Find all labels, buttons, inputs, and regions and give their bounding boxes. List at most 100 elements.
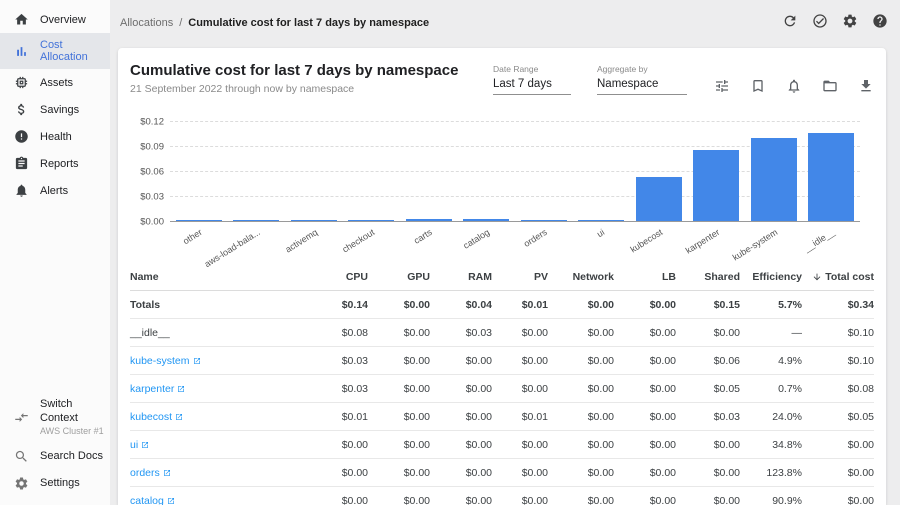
- bar-karpenter[interactable]: [693, 150, 739, 221]
- sidebar-item-health[interactable]: Health: [0, 123, 110, 150]
- help-button[interactable]: [871, 15, 888, 32]
- external-link-icon: [175, 413, 183, 421]
- gear-button[interactable]: [841, 15, 858, 32]
- date-range-select[interactable]: Date Range Last 7 days: [493, 64, 571, 95]
- column-header-lb[interactable]: LB: [614, 271, 676, 283]
- x-axis-label: ui: [595, 227, 606, 239]
- value-cell: $0.00: [802, 467, 874, 479]
- value-cell: 4.9%: [740, 355, 802, 367]
- table-totals-row: Totals$0.14$0.00$0.04$0.01$0.00$0.00$0.1…: [130, 291, 874, 319]
- bell-outline-icon: [786, 78, 802, 99]
- column-header-network[interactable]: Network: [548, 271, 614, 283]
- namespace-link[interactable]: orders: [130, 467, 171, 479]
- namespace-link[interactable]: karpenter: [130, 383, 185, 395]
- value-cell: —: [740, 327, 802, 339]
- sidebar-item-settings[interactable]: Settings: [0, 470, 110, 497]
- date-range-value[interactable]: Last 7 days: [493, 78, 571, 95]
- dollar-icon: [14, 102, 29, 117]
- table-row: kubecost$0.01$0.00$0.00$0.01$0.00$0.00$0…: [130, 403, 874, 431]
- bookmark-button[interactable]: [749, 80, 766, 97]
- value-cell: $0.10: [802, 327, 874, 339]
- sidebar-item-reports[interactable]: Reports: [0, 150, 110, 177]
- namespace-link[interactable]: ui: [130, 439, 149, 451]
- column-header-name[interactable]: Name: [130, 271, 310, 283]
- folder-icon: [822, 78, 838, 99]
- value-cell: $0.00: [548, 299, 614, 311]
- x-axis-label: activemq: [283, 227, 319, 255]
- namespace-link[interactable]: kubecost: [130, 411, 183, 423]
- sidebar-item-search-docs[interactable]: Search Docs: [0, 443, 110, 470]
- column-header-shared[interactable]: Shared: [676, 271, 740, 283]
- column-header-cpu[interactable]: CPU: [310, 271, 368, 283]
- value-cell: $0.00: [548, 355, 614, 367]
- table-row: catalog$0.00$0.00$0.00$0.00$0.00$0.00$0.…: [130, 487, 874, 505]
- value-cell: $0.00: [548, 467, 614, 479]
- tune-button[interactable]: [713, 80, 730, 97]
- bar-kubecost[interactable]: [636, 177, 682, 221]
- bar-kube-system[interactable]: [751, 138, 797, 221]
- value-cell: $0.34: [802, 299, 874, 311]
- value-cell: $0.00: [368, 467, 430, 479]
- chart-x-axis-labels: otheraws-load-bala...activemqcheckoutcar…: [170, 222, 860, 254]
- value-cell: $0.00: [310, 495, 368, 505]
- sidebar-item-cost-allocation[interactable]: Cost Allocation: [0, 33, 110, 69]
- name-cell: Totals: [130, 299, 310, 311]
- bar-other[interactable]: [176, 220, 222, 221]
- value-cell: $0.06: [676, 355, 740, 367]
- sidebar-item-switch-context[interactable]: Switch ContextAWS Cluster #1: [0, 392, 110, 443]
- bar-slot: [170, 121, 228, 221]
- sidebar-item-savings[interactable]: Savings: [0, 96, 110, 123]
- value-cell: $0.08: [310, 327, 368, 339]
- name-cell: __idle__: [130, 327, 310, 339]
- external-link-icon: [141, 441, 149, 449]
- bar-slot: [515, 121, 573, 221]
- namespace-link[interactable]: catalog: [130, 495, 175, 505]
- bar-ui[interactable]: [578, 220, 624, 221]
- bar-catalog[interactable]: [463, 219, 509, 221]
- column-header-gpu[interactable]: GPU: [368, 271, 430, 283]
- bar-activemq[interactable]: [291, 220, 337, 221]
- value-cell: $0.03: [310, 383, 368, 395]
- bar-carts[interactable]: [406, 219, 452, 221]
- x-axis-label: carts: [412, 227, 434, 246]
- bar-orders[interactable]: [521, 220, 567, 221]
- namespace-link[interactable]: kube-system: [130, 355, 201, 367]
- check-circle-button[interactable]: [811, 15, 828, 32]
- value-cell: $0.00: [676, 327, 740, 339]
- sidebar-item-overview[interactable]: Overview: [0, 6, 110, 33]
- bar-slot: [688, 121, 746, 221]
- column-header-efficiency[interactable]: Efficiency: [740, 271, 802, 283]
- folder-button[interactable]: [821, 80, 838, 97]
- bar-__idle__[interactable]: [808, 133, 854, 221]
- bar-checkout[interactable]: [348, 220, 394, 221]
- download-button[interactable]: [857, 80, 874, 97]
- bookmark-icon: [750, 78, 766, 99]
- refresh-button[interactable]: [781, 15, 798, 32]
- bar-series: [170, 121, 860, 221]
- y-axis-tick: $0.03: [140, 192, 164, 203]
- aggregate-by-label: Aggregate by: [597, 64, 687, 74]
- column-header-pv[interactable]: PV: [492, 271, 548, 283]
- value-cell: $0.00: [548, 495, 614, 505]
- value-cell: $0.00: [614, 411, 676, 423]
- x-axis-label: catalog: [462, 227, 492, 251]
- table-row: __idle__$0.08$0.00$0.03$0.00$0.00$0.00$0…: [130, 319, 874, 347]
- x-label-slot: ui: [573, 222, 631, 254]
- value-cell: 123.8%: [740, 467, 802, 479]
- value-cell: $0.00: [492, 383, 548, 395]
- column-header-ram[interactable]: RAM: [430, 271, 492, 283]
- value-cell: $0.03: [676, 411, 740, 423]
- bell-outline-button[interactable]: [785, 80, 802, 97]
- breadcrumb-section[interactable]: Allocations: [120, 17, 173, 29]
- aggregate-by-select[interactable]: Aggregate by Namespace: [597, 64, 687, 95]
- aggregate-by-value[interactable]: Namespace: [597, 78, 687, 95]
- x-label-slot: checkout: [343, 222, 401, 254]
- value-cell: $0.04: [430, 299, 492, 311]
- sidebar-item-label: Assets: [40, 77, 73, 89]
- bar-aws-load-bala...[interactable]: [233, 220, 279, 221]
- sidebar-item-assets[interactable]: Assets: [0, 69, 110, 96]
- table-header-row: NameCPUGPURAMPVNetworkLBSharedEfficiency…: [130, 263, 874, 291]
- column-header-total-cost[interactable]: Total cost: [802, 271, 874, 283]
- sidebar-item-alerts[interactable]: Alerts: [0, 177, 110, 204]
- clipboard-icon: [14, 156, 29, 171]
